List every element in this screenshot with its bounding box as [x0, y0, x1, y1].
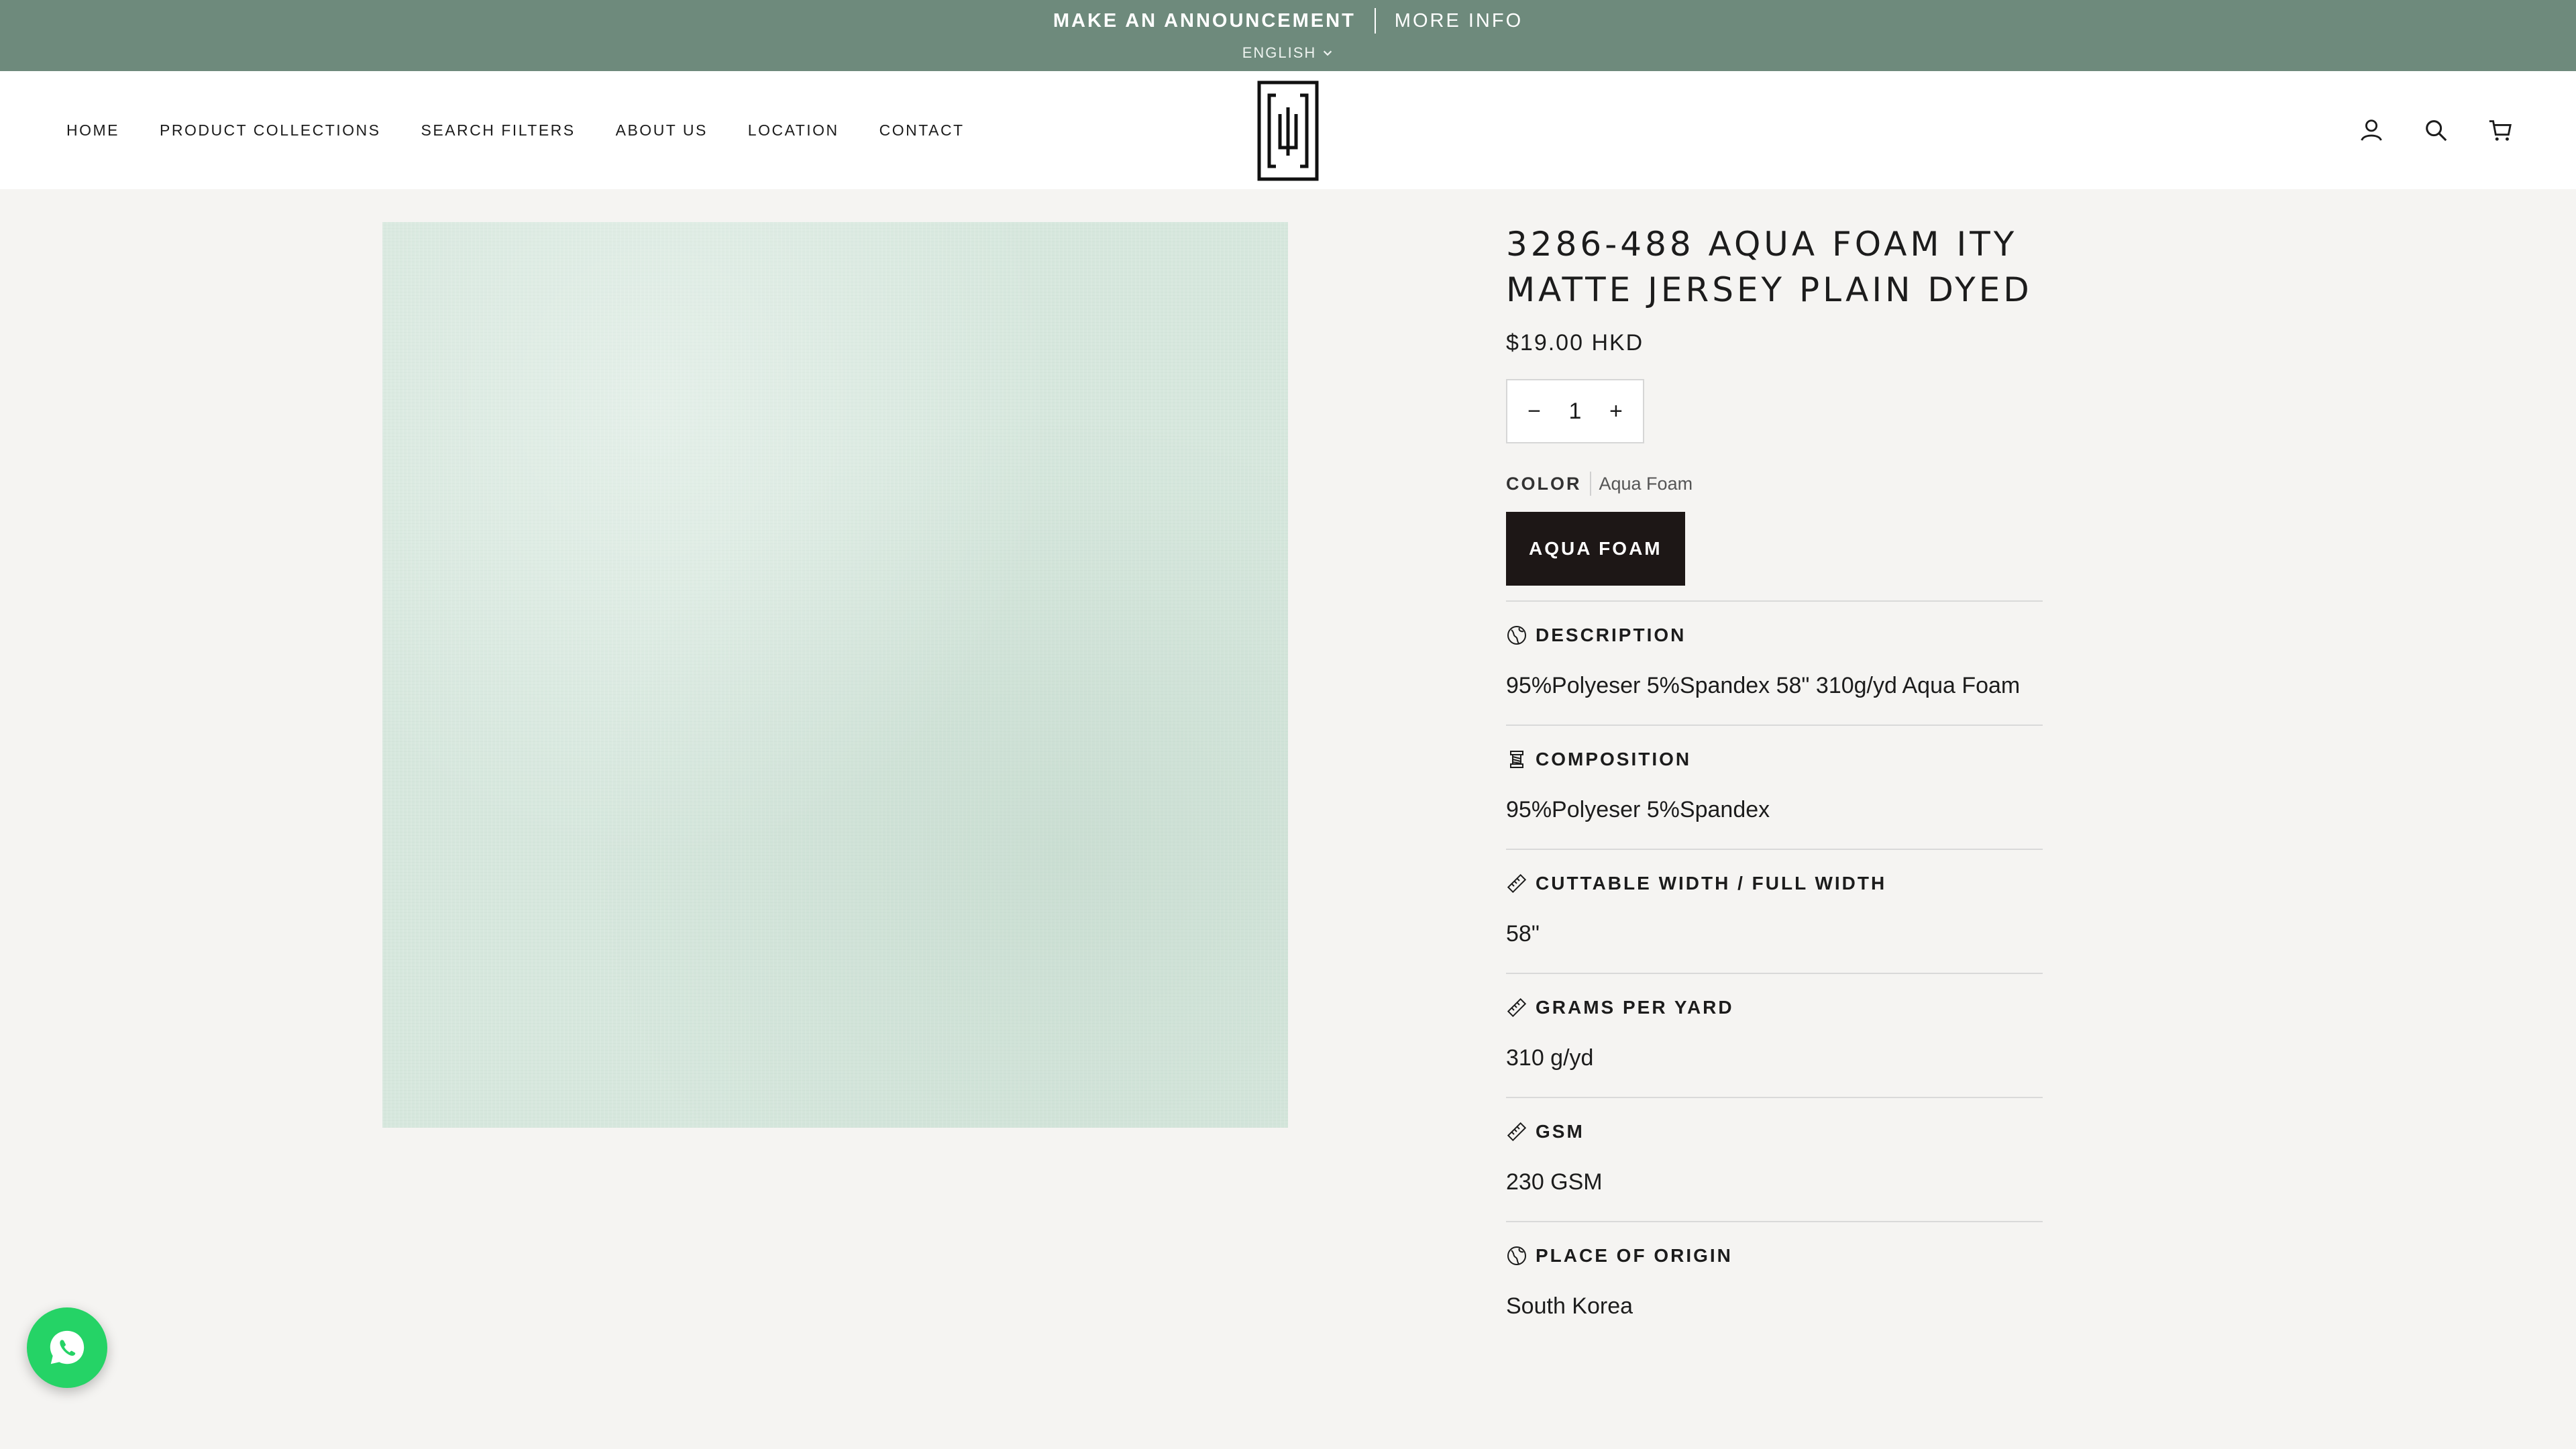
- detail-description: DESCRIPTION 95%Polyeser 5%Spandex 58" 31…: [1506, 602, 2043, 726]
- detail-heading: COMPOSITION: [1506, 749, 2043, 770]
- detail-body: 95%Polyeser 5%Spandex: [1506, 797, 1770, 822]
- detail-heading: GRAMS PER YARD: [1506, 997, 2043, 1018]
- detail-heading-label: PLACE OF ORIGIN: [1536, 1245, 1733, 1266]
- site-header: HOME PRODUCT COLLECTIONS SEARCH FILTERS …: [0, 71, 2576, 189]
- product-info: 3286-488 AQUA FOAM ITY MATTE JERSEY PLAI…: [1506, 221, 2043, 1345]
- search-icon[interactable]: [2423, 117, 2449, 143]
- header-icons: [2359, 71, 2513, 189]
- nav-item-product-collections[interactable]: PRODUCT COLLECTIONS: [160, 121, 381, 140]
- detail-place-of-origin: PLACE OF ORIGIN South Korea: [1506, 1222, 2043, 1345]
- color-divider: [1589, 472, 1591, 496]
- detail-body: 310 g/yd: [1506, 1045, 1594, 1071]
- color-label: COLOR: [1506, 473, 1582, 494]
- product-price: $19.00 HKD: [1506, 330, 1644, 356]
- chevron-down-icon: [1324, 50, 1332, 56]
- detail-heading: CUTTABLE WIDTH / FULL WIDTH: [1506, 873, 2043, 894]
- product-title: 3286-488 AQUA FOAM ITY MATTE JERSEY PLAI…: [1506, 225, 2033, 309]
- selected-color-value: Aqua Foam: [1599, 473, 1693, 494]
- detail-heading-label: CUTTABLE WIDTH / FULL WIDTH: [1536, 873, 1887, 894]
- product-details: DESCRIPTION 95%Polyeser 5%Spandex 58" 31…: [1506, 600, 2043, 1345]
- globe-icon: [1507, 626, 1526, 645]
- detail-heading: PLACE OF ORIGIN: [1506, 1245, 2043, 1267]
- quantity-decrease-button[interactable]: −: [1521, 398, 1548, 425]
- detail-body: South Korea: [1506, 1293, 1633, 1319]
- detail-heading: DESCRIPTION: [1506, 625, 2043, 646]
- cart-icon[interactable]: [2487, 117, 2513, 143]
- detail-gsm: GSM 230 GSM: [1506, 1098, 2043, 1222]
- detail-heading-label: DESCRIPTION: [1536, 625, 1686, 645]
- detail-heading: GSM: [1506, 1121, 2043, 1142]
- language-selector[interactable]: ENGLISH: [0, 44, 2576, 62]
- ruler-icon: [1507, 873, 1527, 894]
- language-label: ENGLISH: [1242, 44, 1317, 61]
- announcement-message: MAKE AN ANNOUNCEMENT: [1053, 9, 1356, 32]
- quantity-stepper: − 1 +: [1506, 379, 1644, 443]
- quantity-increase-button[interactable]: +: [1603, 398, 1629, 425]
- globe-icon: [1507, 1246, 1526, 1265]
- main-nav: HOME PRODUCT COLLECTIONS SEARCH FILTERS …: [66, 71, 1005, 189]
- detail-cuttable-width: CUTTABLE WIDTH / FULL WIDTH 58": [1506, 850, 2043, 974]
- detail-body: 58": [1506, 921, 1540, 947]
- detail-body: 95%Polyeser 5%Spandex 58" 310g/yd Aqua F…: [1506, 673, 2021, 698]
- nav-item-home[interactable]: HOME: [66, 121, 119, 140]
- detail-composition: COMPOSITION 95%Polyeser 5%Spandex: [1506, 726, 2043, 850]
- ruler-icon: [1507, 1122, 1527, 1142]
- nav-item-location[interactable]: LOCATION: [748, 121, 839, 140]
- detail-heading-label: GRAMS PER YARD: [1536, 997, 1734, 1018]
- nav-item-contact[interactable]: CONTACT: [879, 121, 965, 140]
- brand-logo[interactable]: [1257, 80, 1319, 181]
- nav-item-search-filters[interactable]: SEARCH FILTERS: [421, 121, 576, 140]
- detail-heading-label: GSM: [1536, 1121, 1585, 1142]
- detail-heading-label: COMPOSITION: [1536, 749, 1692, 769]
- ruler-icon: [1507, 998, 1527, 1018]
- announcement-divider: [1374, 8, 1376, 34]
- whatsapp-icon: [50, 1330, 85, 1364]
- quantity-input[interactable]: 1: [1569, 398, 1582, 425]
- thread-icon: [1510, 751, 1523, 768]
- detail-grams-per-yard: GRAMS PER YARD 310 g/yd: [1506, 974, 2043, 1098]
- color-option-row: COLOR Aqua Foam: [1506, 472, 2043, 496]
- whatsapp-chat-button[interactable]: [27, 1307, 107, 1388]
- more-info-link[interactable]: MORE INFO: [1395, 10, 1523, 32]
- announcement-bar: MAKE AN ANNOUNCEMENT MORE INFO ENGLISH: [0, 0, 2576, 71]
- detail-body: 230 GSM: [1506, 1169, 1603, 1195]
- product-image[interactable]: [382, 222, 1288, 1128]
- nav-item-about-us[interactable]: ABOUT US: [616, 121, 708, 140]
- color-swatch-button[interactable]: AQUA FOAM: [1506, 512, 1685, 586]
- account-icon[interactable]: [2359, 117, 2384, 143]
- announcement-row: MAKE AN ANNOUNCEMENT MORE INFO: [0, 8, 2576, 34]
